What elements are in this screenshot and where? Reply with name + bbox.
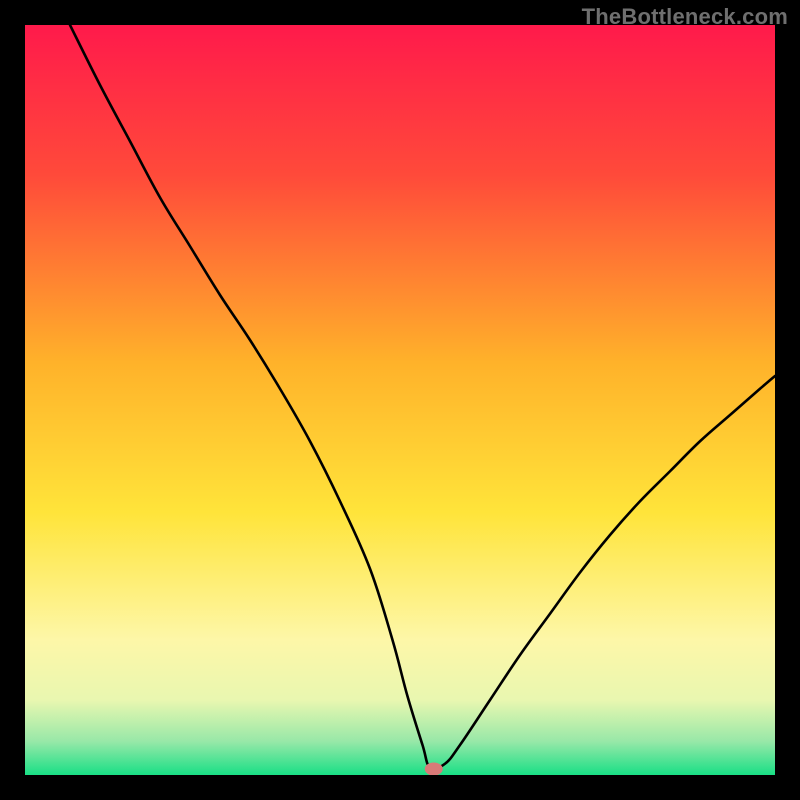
chart-plot-area xyxy=(25,25,775,775)
watermark-text: TheBottleneck.com xyxy=(582,4,788,30)
chart-svg xyxy=(25,25,775,775)
chart-frame: TheBottleneck.com xyxy=(0,0,800,800)
optimal-marker xyxy=(425,763,443,776)
